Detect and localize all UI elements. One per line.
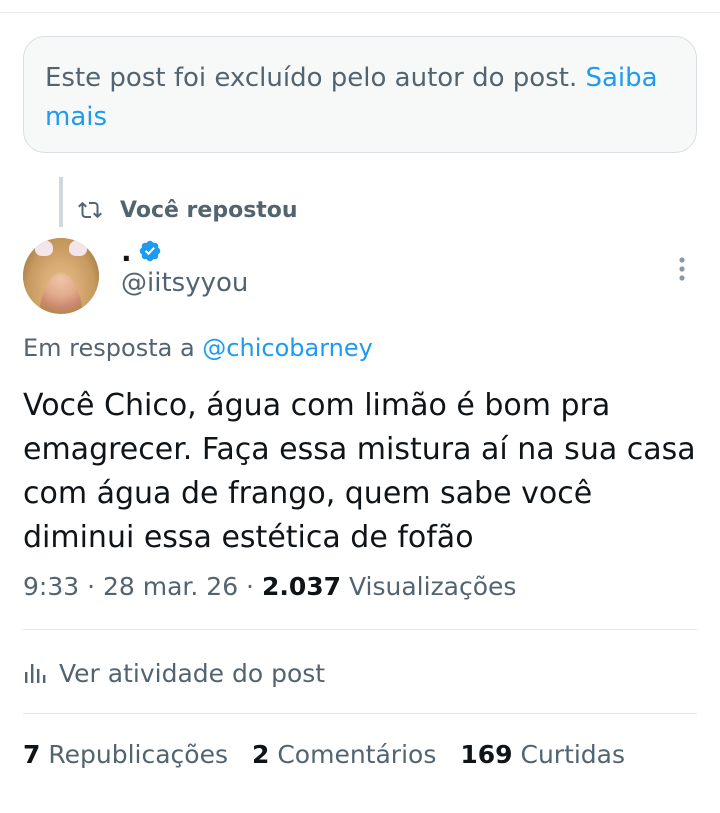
repost-icon	[78, 201, 102, 219]
reposts-stat[interactable]: 7 Republicações	[23, 740, 228, 769]
repost-indicator: Você repostou	[78, 194, 298, 226]
meta-separator: ·	[238, 572, 262, 601]
views-label: Visualizações	[348, 572, 517, 601]
post-activity-link[interactable]: Ver atividade do post	[23, 655, 325, 691]
thread-connector	[59, 177, 63, 227]
reply-mention-link[interactable]: @chicobarney	[202, 334, 373, 362]
engagement-stats: 7 Republicações 2 Comentários 169 Curtid…	[23, 740, 625, 769]
post-date[interactable]: 28 mar. 26	[103, 572, 238, 601]
avatar[interactable]	[23, 238, 99, 314]
meta-separator: ·	[79, 572, 103, 601]
views-count: 2.037	[261, 572, 342, 601]
verified-badge-icon	[139, 240, 160, 262]
author-display-name[interactable]: .	[121, 235, 132, 268]
post-metadata: 9:33 · 28 mar. 26 · 2.037 Visualizações	[23, 572, 516, 601]
repost-label: Você repostou	[120, 197, 298, 223]
reply-context: Em resposta a @chicobarney	[23, 334, 373, 362]
deleted-notice-text: Este post foi excluído pelo autor do pos…	[45, 63, 578, 93]
divider	[23, 629, 697, 630]
likes-stat[interactable]: 169 Curtidas	[460, 740, 625, 769]
top-divider	[0, 12, 720, 13]
deleted-post-notice: Este post foi excluído pelo autor do pos…	[23, 36, 697, 153]
post-activity-label[interactable]: Ver atividade do post	[59, 659, 325, 688]
author-handle[interactable]: @iitsyyou	[121, 268, 248, 298]
analytics-icon	[25, 664, 46, 683]
post-body-text: Você Chico, água com limão é bom pra ema…	[23, 388, 696, 555]
reply-prefix: Em resposta a	[23, 334, 195, 362]
avatar-ear-left	[35, 240, 53, 256]
comments-stat[interactable]: 2 Comentários	[252, 740, 436, 769]
more-options-icon[interactable]	[672, 255, 692, 283]
divider	[23, 713, 697, 714]
author-name-row[interactable]: .	[121, 235, 162, 268]
post-time[interactable]: 9:33	[23, 572, 79, 601]
avatar-ear-right	[69, 240, 87, 256]
